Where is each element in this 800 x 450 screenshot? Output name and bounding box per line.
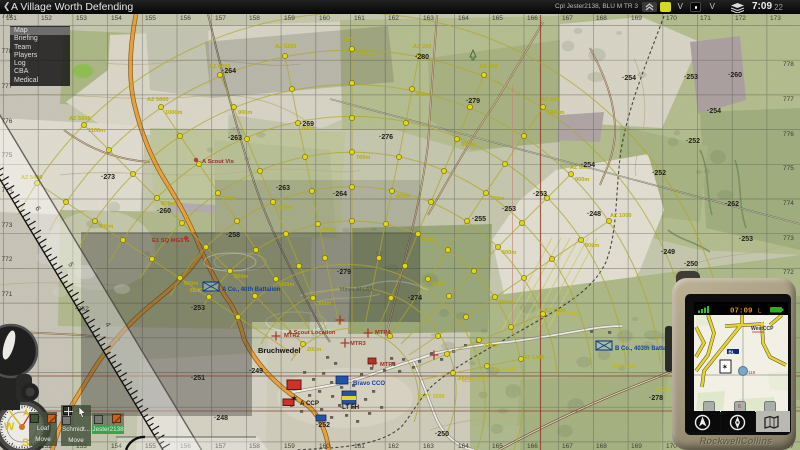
svg-text:W: W [4, 421, 15, 433]
svg-text:07:09: 07:09 [730, 308, 753, 316]
svg-text:BL: BL [729, 350, 735, 355]
svg-text:119: 119 [748, 370, 756, 375]
svg-text:WestCCP: WestCCP [751, 326, 774, 332]
svg-text:✶: ✶ [722, 363, 729, 372]
